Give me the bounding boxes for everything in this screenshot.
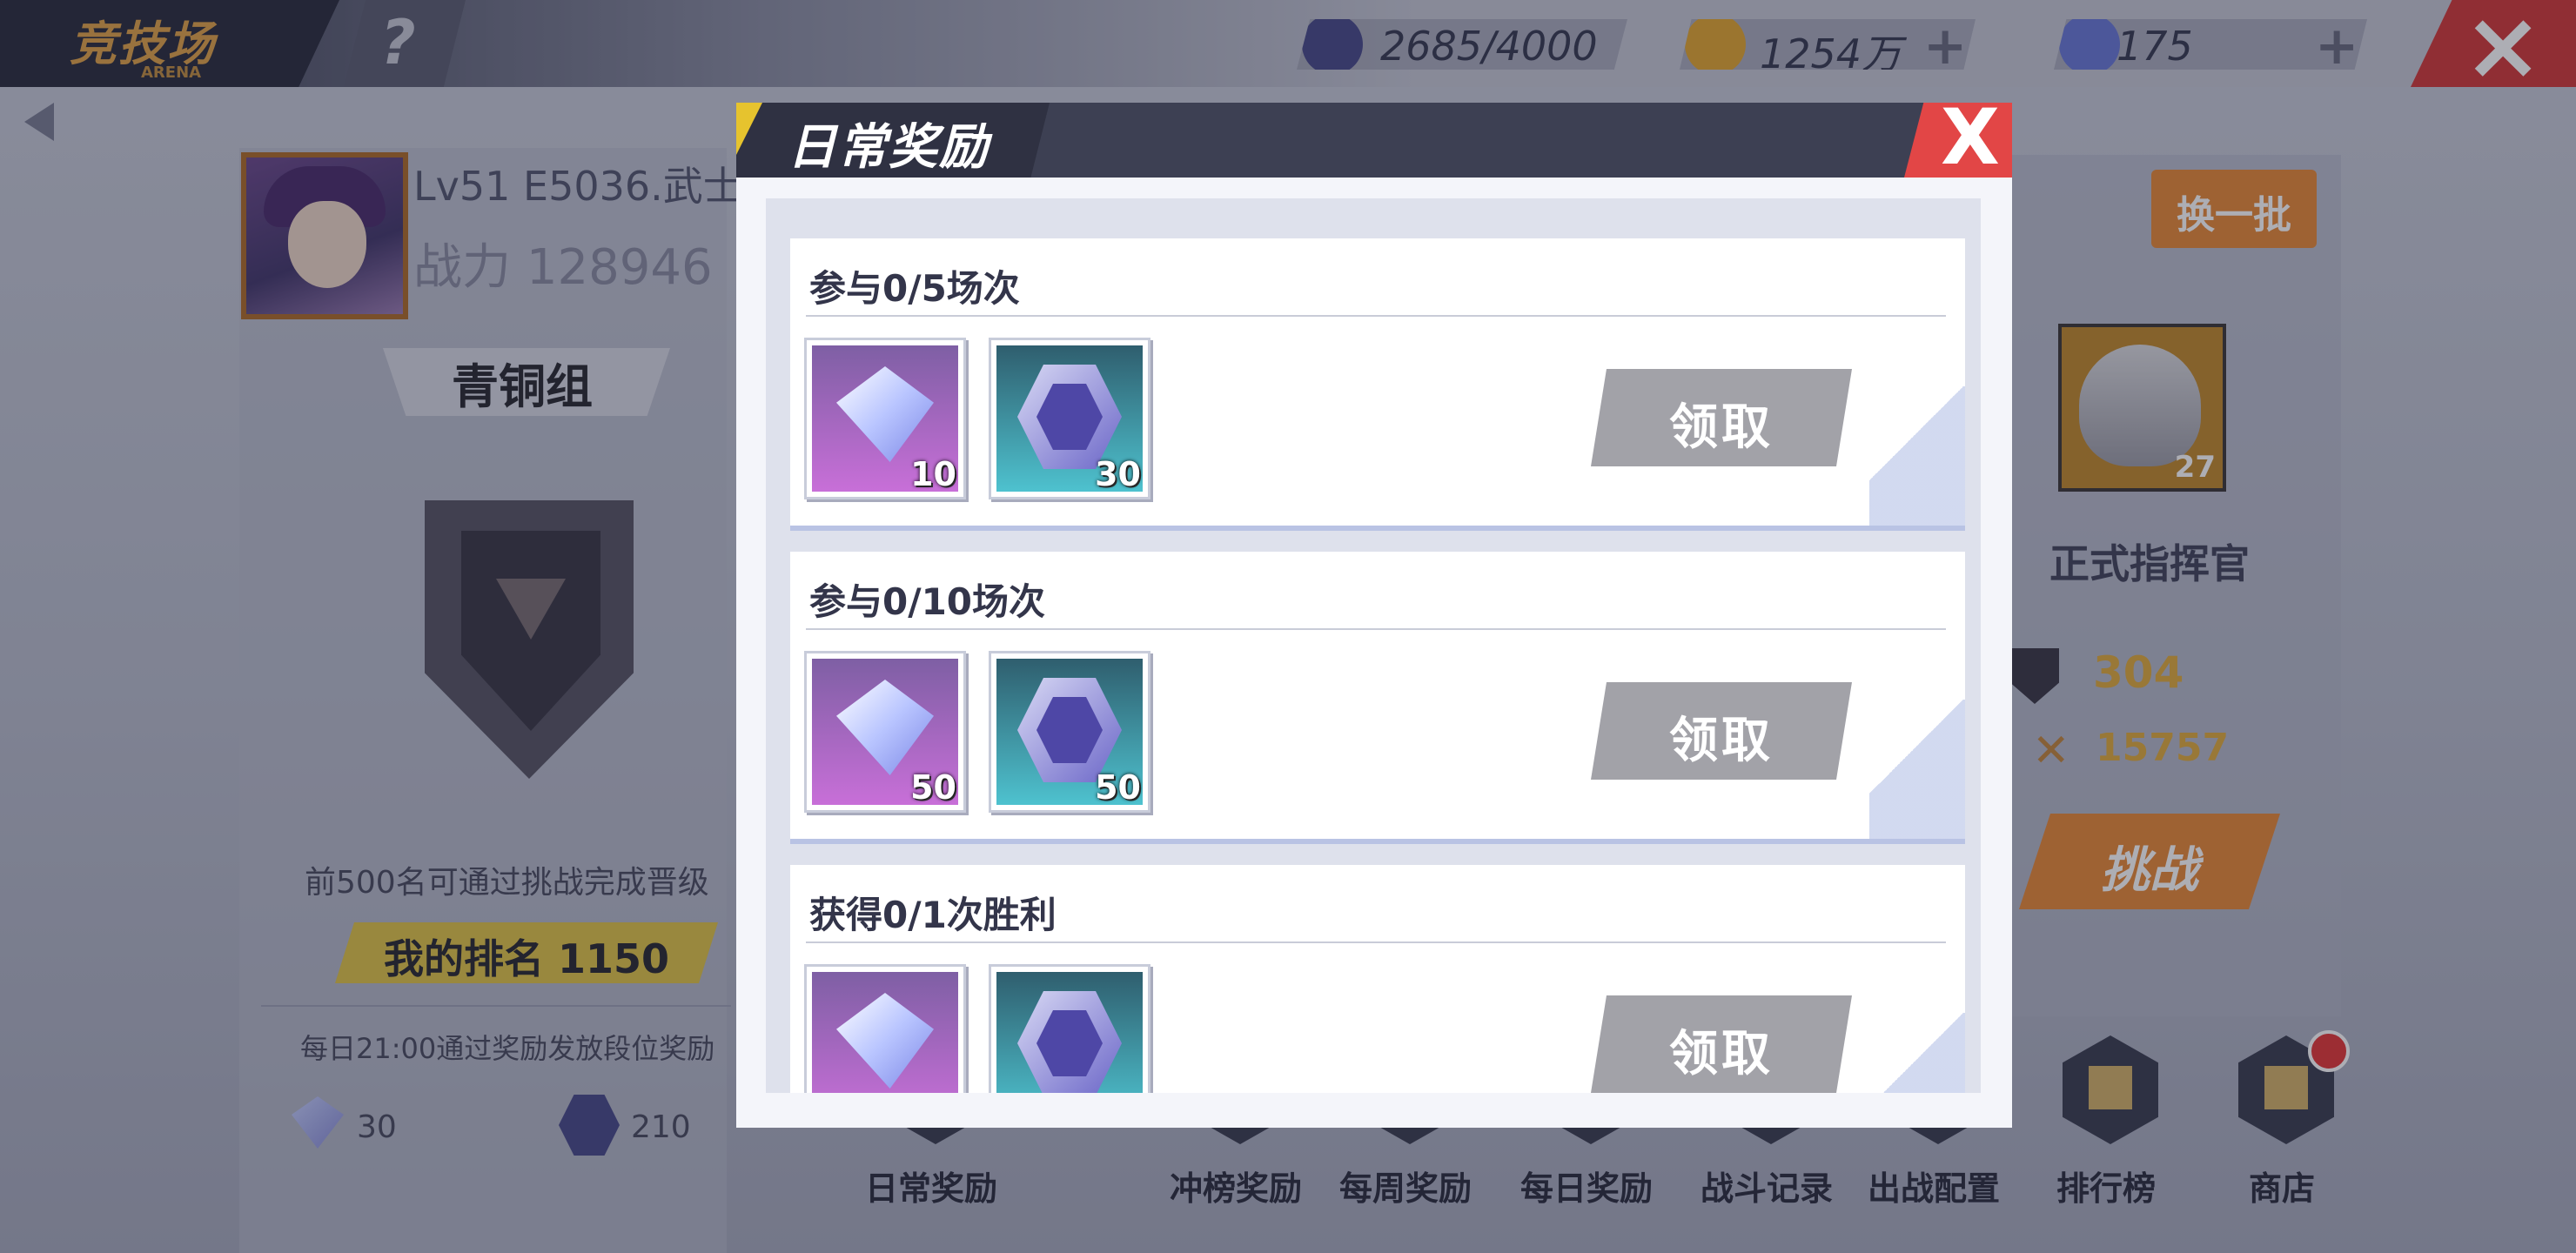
modal-title: 日常奖励 (788, 119, 989, 176)
item-quantity: 30 (1095, 455, 1141, 493)
card-decoration (1869, 1013, 1965, 1093)
item-quantity: 50 (1095, 768, 1141, 807)
claim-button[interactable]: 领取 (1591, 682, 1852, 780)
task-divider (806, 315, 1946, 317)
card-decoration (1869, 386, 1965, 526)
reward-item-arena-coin[interactable]: 30 (989, 338, 1150, 499)
task-divider (806, 628, 1946, 630)
task-title: 参与0/10场次 (809, 580, 1046, 623)
item-quantity: 10 (910, 455, 956, 493)
task-list[interactable]: 参与0/5场次 10 30 领取 参与0/10场次 50 50 领取 获得0/1… (766, 198, 1981, 1093)
task-title: 参与0/5场次 (809, 267, 1020, 310)
reward-item-diamond[interactable]: 10 (804, 338, 966, 499)
reward-item-arena-coin[interactable] (989, 964, 1150, 1093)
card-decoration (1869, 700, 1965, 839)
claim-button[interactable]: 领取 (1591, 369, 1852, 466)
task-card: 参与0/5场次 10 30 领取 (790, 238, 1965, 526)
item-quantity: 50 (910, 768, 956, 807)
reward-item-diamond[interactable]: 50 (804, 651, 966, 813)
close-x-icon: X (1941, 92, 2000, 182)
task-card: 获得0/1次胜利 领取 (790, 865, 1965, 1093)
claim-label: 领取 (1669, 1026, 1774, 1082)
reward-item-arena-coin[interactable]: 50 (989, 651, 1150, 813)
claim-label: 领取 (1669, 399, 1774, 456)
task-card: 参与0/10场次 50 50 领取 (790, 552, 1965, 839)
reward-item-diamond[interactable] (804, 964, 966, 1093)
task-divider (806, 941, 1946, 943)
claim-label: 领取 (1669, 713, 1774, 769)
task-title: 获得0/1次胜利 (809, 894, 1057, 936)
claim-button[interactable]: 领取 (1591, 995, 1852, 1093)
